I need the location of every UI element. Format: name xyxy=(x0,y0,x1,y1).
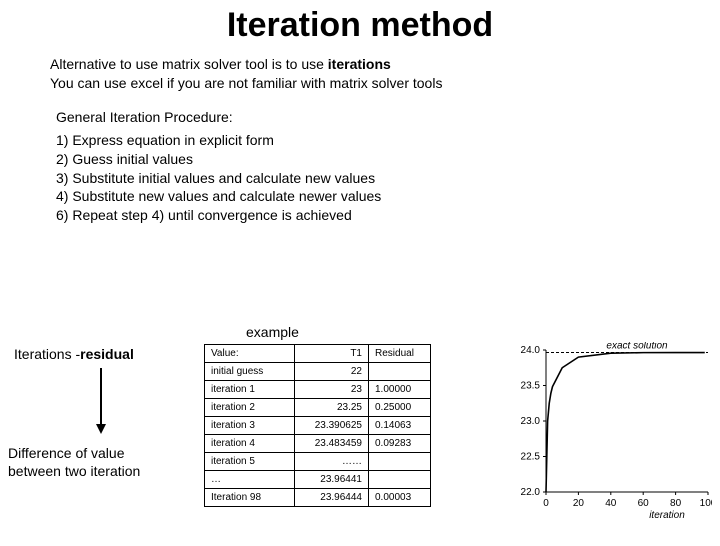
table-row: iteration 5…… xyxy=(205,453,431,471)
chart-svg: 22.0 22.5 23.0 23.5 24.0 0 20 40 60 80 100 exact so… xyxy=(512,342,712,522)
svg-text:20: 20 xyxy=(573,498,585,509)
svg-text:22.0: 22.0 xyxy=(521,487,541,498)
table-header-row: Value: T1 Residual xyxy=(205,345,431,363)
steps-block: 1) Express equation in explicit form 2) … xyxy=(56,131,720,225)
step-1: 1) Express equation in explicit form xyxy=(56,131,720,150)
table-row: iteration 223.250.25000 xyxy=(205,399,431,417)
page-title: Iteration method xyxy=(0,6,720,45)
svg-text:24.0: 24.0 xyxy=(521,345,541,356)
table-row: initial guess22 xyxy=(205,363,431,381)
table-row: iteration 1231.00000 xyxy=(205,381,431,399)
table-row: iteration 323.3906250.14063 xyxy=(205,417,431,435)
residual-word: residual xyxy=(80,346,134,362)
intro-line2: You can use excel if you are not familia… xyxy=(50,75,442,91)
example-label: example xyxy=(246,324,299,340)
iterations-residual-label: Iterations -residual xyxy=(14,346,134,362)
svg-text:iteration: iteration xyxy=(649,510,685,521)
step-2: 2) Guess initial values xyxy=(56,150,720,169)
step-4: 4) Substitute new values and calculate n… xyxy=(56,187,720,206)
col-value: Value: xyxy=(205,345,295,363)
svg-text:60: 60 xyxy=(638,498,650,509)
svg-text:100: 100 xyxy=(700,498,712,509)
table-row: iteration 423.4834590.09283 xyxy=(205,435,431,453)
svg-text:40: 40 xyxy=(605,498,617,509)
svg-text:0: 0 xyxy=(543,498,549,509)
step-5: 6) Repeat step 4) until convergence is a… xyxy=(56,206,720,225)
svg-text:22.5: 22.5 xyxy=(521,452,541,463)
convergence-chart: 22.0 22.5 23.0 23.5 24.0 0 20 40 60 80 100 exact so… xyxy=(512,342,712,522)
arrow-down-icon xyxy=(100,368,102,432)
intro-line1a: Alternative to use matrix solver tool is… xyxy=(50,56,328,72)
svg-text:23.5: 23.5 xyxy=(521,381,541,392)
col-residual: Residual xyxy=(369,345,431,363)
section-heading: General Iteration Procedure: xyxy=(56,109,720,125)
difference-label: Difference of value between two iteratio… xyxy=(8,444,178,480)
svg-text:80: 80 xyxy=(670,498,682,509)
col-t1: T1 xyxy=(295,345,369,363)
svg-text:23.0: 23.0 xyxy=(521,416,541,427)
intro-block: Alternative to use matrix solver tool is… xyxy=(50,55,720,93)
table-row: Iteration 9823.964440.00003 xyxy=(205,489,431,507)
iteration-table: Value: T1 Residual initial guess22 itera… xyxy=(204,344,431,507)
table-row: …23.96441 xyxy=(205,471,431,489)
iterations-word: Iterations - xyxy=(14,346,80,362)
step-3: 3) Substitute initial values and calcula… xyxy=(56,169,720,188)
svg-text:exact solution: exact solution xyxy=(606,342,668,352)
intro-iterations-word: iterations xyxy=(328,56,391,72)
